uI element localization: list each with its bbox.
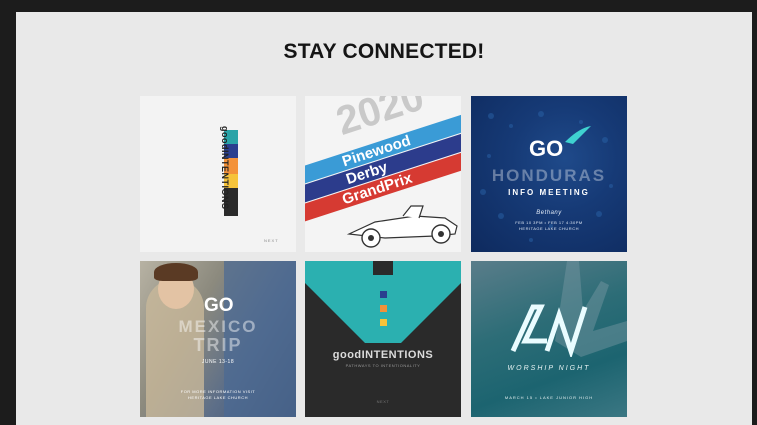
tile-pinewood-derby[interactable]: 2020 Pinewood Derby GrandPrix <box>305 96 461 252</box>
tile-worship-night[interactable]: WORSHIP NIGHT MARCH 15 • LAKE JUNIOR HIG… <box>471 261 627 417</box>
square-navy <box>380 291 387 298</box>
tile-footer-text: NEXT <box>376 399 390 404</box>
go-brand-text: GO <box>204 295 234 316</box>
tile-footer-text: NEXT <box>264 238 279 243</box>
mexico-location: HERITAGE LAKE CHURCH <box>188 395 248 400</box>
square-orange <box>380 305 387 312</box>
go-brand-text: GO <box>529 136 564 161</box>
page-frame: STAY CONNECTED! goodINTENTIONS NEXT 2020… <box>16 12 752 425</box>
worship-logo-icon <box>510 304 588 357</box>
page-title: STAY CONNECTED! <box>283 40 485 63</box>
tile-go-honduras[interactable]: GO HONDURAS INFO MEETING Bethany FEB 10 … <box>471 96 627 252</box>
race-car-icon <box>346 205 458 248</box>
info-meeting-text: INFO MEETING <box>508 188 590 197</box>
tile-good-intentions-v[interactable]: goodINTENTIONS PATHWAYS TO INTENTIONALIT… <box>305 261 461 417</box>
swoosh-icon <box>565 126 591 144</box>
good-intentions-title: goodINTENTIONS <box>332 349 434 361</box>
honduras-headline: HONDURAS <box>491 166 607 185</box>
mexico-headline: MEXICO <box>178 317 258 336</box>
child-hair <box>154 263 198 281</box>
tile-good-intentions-vertical[interactable]: goodINTENTIONS NEXT <box>140 96 296 252</box>
mexico-dates: JUNE 13-18 <box>201 359 235 365</box>
good-intentions-vertical-text: goodINTENTIONS <box>220 126 230 210</box>
honduras-location: HERITAGE LAKE CHURCH <box>519 226 579 231</box>
honduras-dates: FEB 10 3PM • FEB 17 4:30PM <box>515 220 583 225</box>
script-text: Bethany <box>536 210 562 216</box>
good-intentions-tagline: PATHWAYS TO INTENTIONALITY <box>345 363 421 368</box>
worship-night-title: WORSHIP NIGHT <box>507 365 591 372</box>
worship-details: MARCH 15 • LAKE JUNIOR HIGH <box>504 395 594 400</box>
mexico-info-text: FOR MORE INFORMATION VISIT <box>180 389 256 394</box>
tile-go-mexico[interactable]: GO MEXICO TRIP JUNE 13-18 FOR MORE INFOR… <box>140 261 296 417</box>
trip-text: TRIP <box>193 335 243 355</box>
square-yellow <box>380 319 387 326</box>
